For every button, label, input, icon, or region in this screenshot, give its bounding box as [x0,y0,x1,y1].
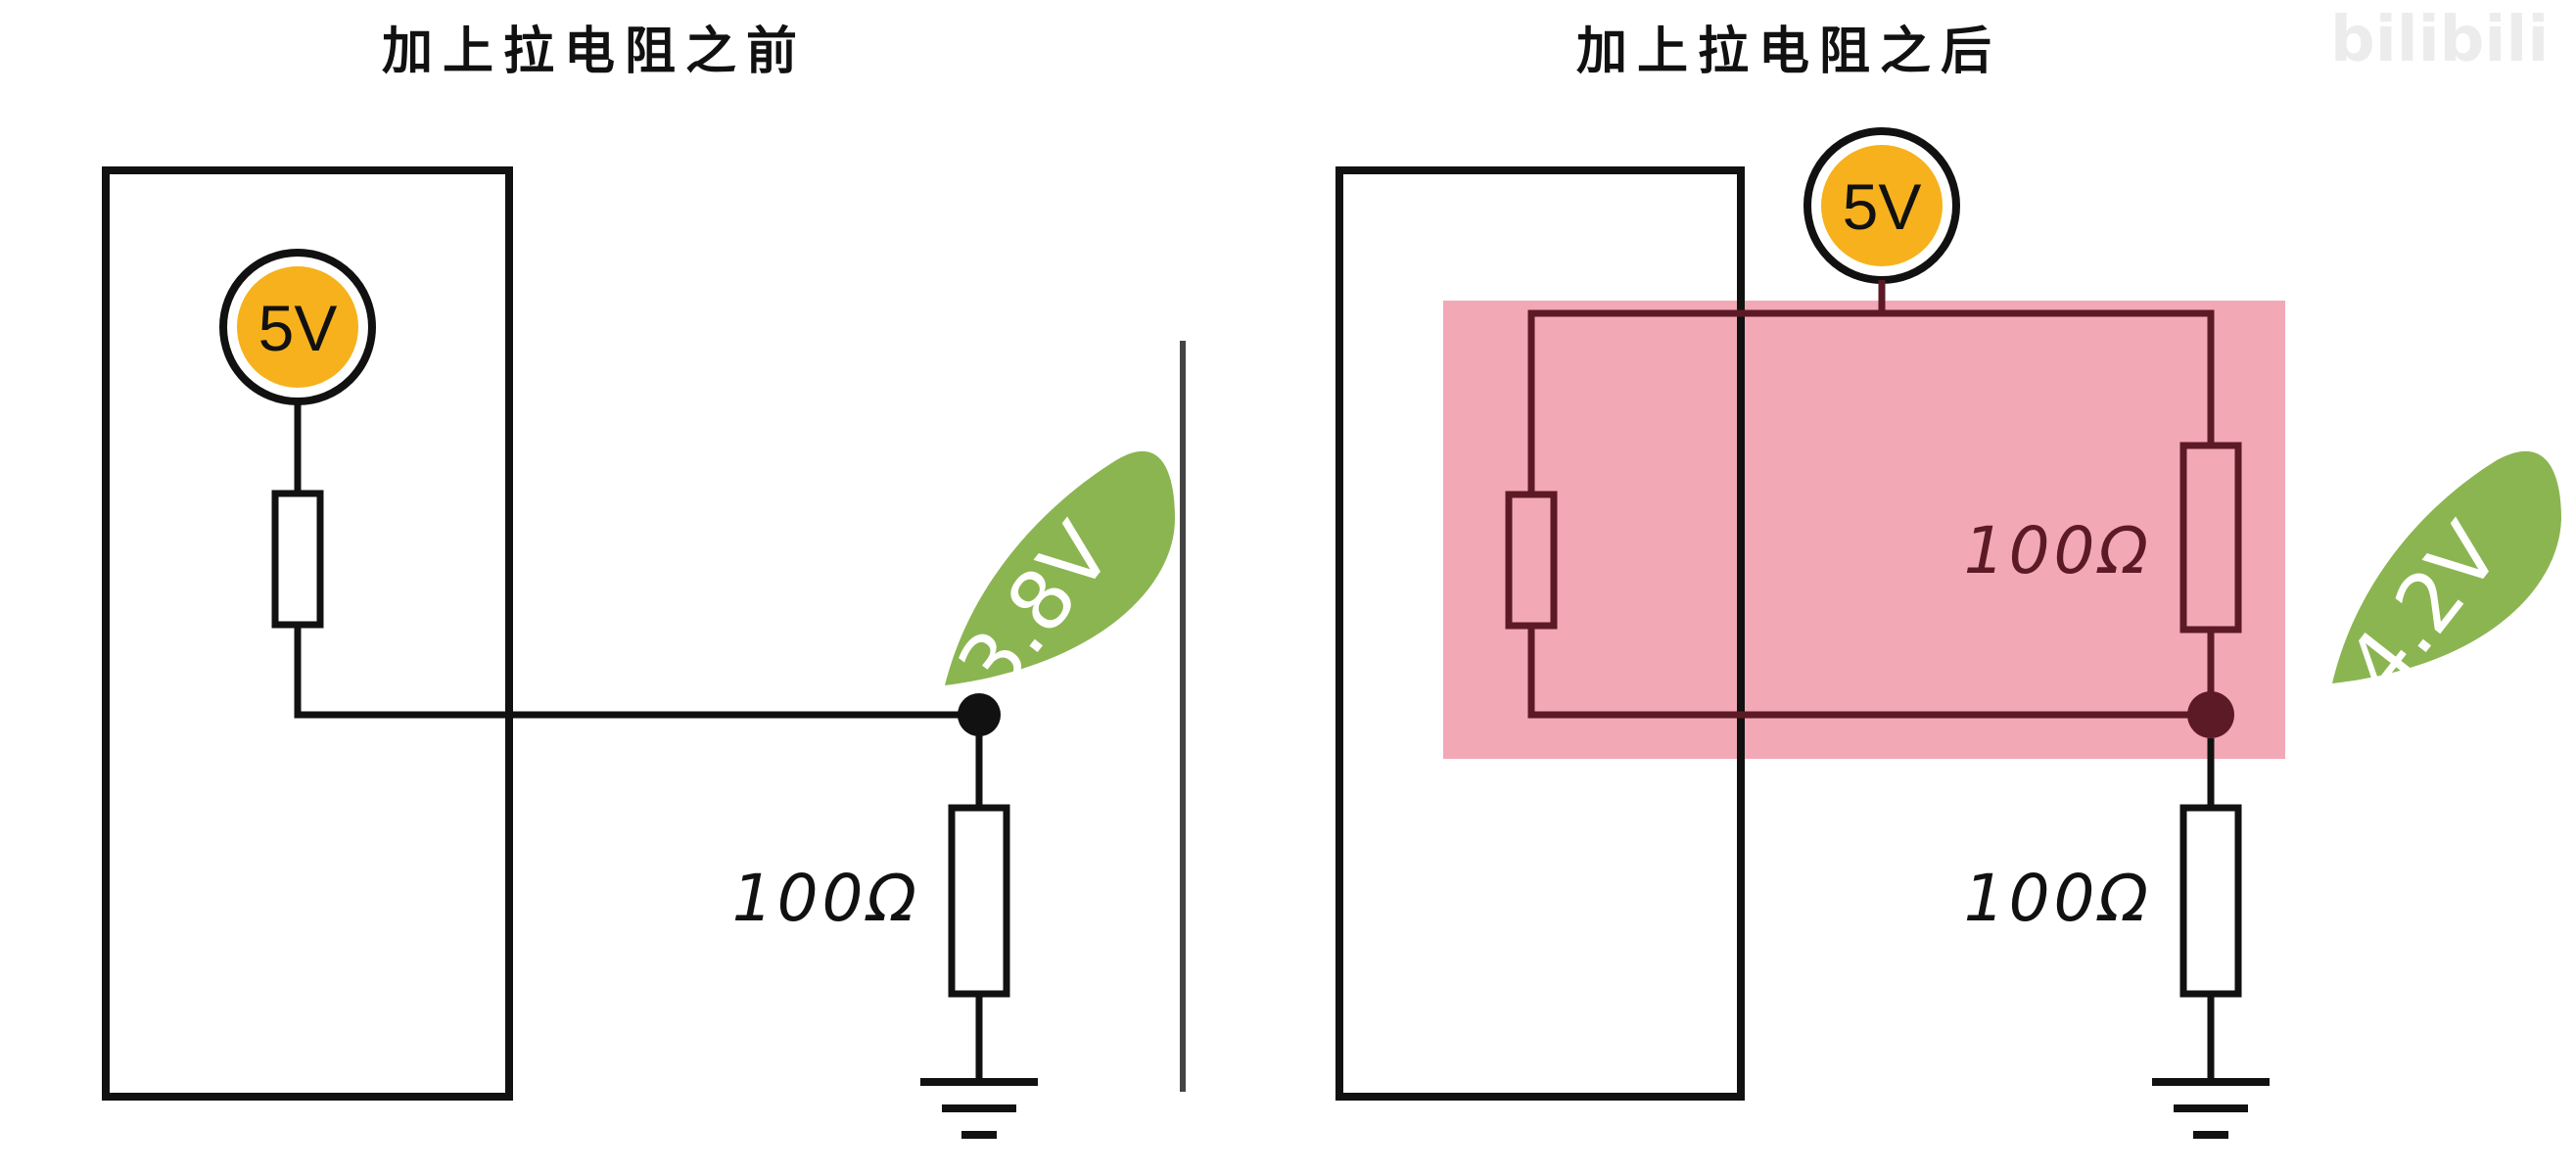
right-pullup-resistor-label: 100Ω [1964,513,2152,588]
resistor-icon [948,804,1010,998]
right-external-resistor-label: 100Ω [1964,861,2152,936]
right-output-node [2187,691,2234,738]
left-source-label: 5V [258,292,338,364]
left-output-wire [294,625,979,719]
right-panel: 加上拉电阻之后 5V 100Ω 100Ω 4.2V [1335,23,2561,1139]
left-resistor-label: 100Ω [732,861,920,936]
resistor-icon [271,490,324,629]
resistor-icon [2179,804,2242,998]
left-voltage-tag: 3.8V [940,450,1175,713]
left-panel: 加上拉电阻之前 5V 100Ω 3.8V [102,23,1175,1139]
ground-icon [2152,1078,2270,1139]
right-panel-title: 加上拉电阻之后 [1576,23,2001,81]
circuit-diagram: bilibili 加上拉电阻之前 5V 100Ω 3.8V 加上拉电阻之后 5V… [102,4,2561,1139]
left-panel-title: 加上拉电阻之前 [382,23,807,81]
bilibili-watermark: bilibili [2330,4,2549,76]
ground-icon [920,1078,1038,1139]
right-voltage-tag: 4.2V [2328,450,2561,713]
right-source-label: 5V [1843,170,1922,243]
pullup-highlight-region [1443,301,2285,759]
